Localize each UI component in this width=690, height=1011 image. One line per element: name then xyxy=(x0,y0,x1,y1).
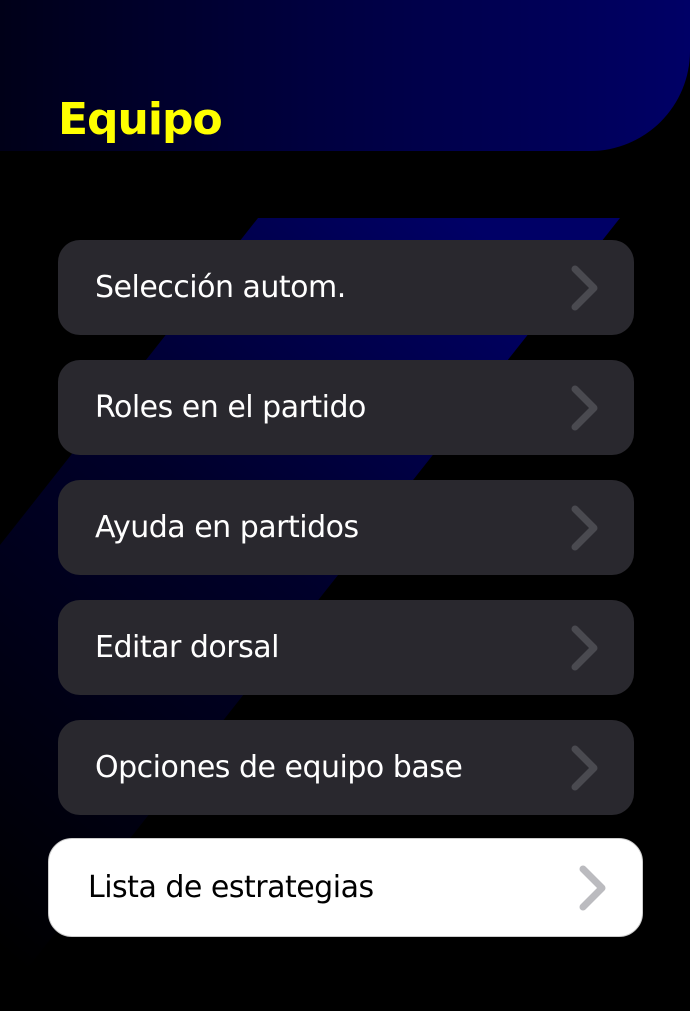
menu-item-ayuda-en-partidos[interactable]: Ayuda en partidos xyxy=(58,480,634,575)
chevron-right-icon xyxy=(579,865,606,911)
menu-item-opciones-de-equipo-base[interactable]: Opciones de equipo base xyxy=(58,720,634,815)
menu-item-label: Editar dorsal xyxy=(95,630,279,665)
page-title: Equipo xyxy=(58,94,223,145)
menu-item-label: Opciones de equipo base xyxy=(95,750,463,785)
menu-item-label: Roles en el partido xyxy=(95,390,366,425)
chevron-right-icon xyxy=(571,625,598,671)
menu-item-label: Lista de estrategias xyxy=(88,870,374,905)
menu-item-roles-en-el-partido[interactable]: Roles en el partido xyxy=(58,360,634,455)
menu-item-seleccion-autom[interactable]: Selección autom. xyxy=(58,240,634,335)
menu-item-editar-dorsal[interactable]: Editar dorsal xyxy=(58,600,634,695)
chevron-right-icon xyxy=(571,265,598,311)
chevron-right-icon xyxy=(571,505,598,551)
menu-item-label: Ayuda en partidos xyxy=(95,510,359,545)
menu-item-lista-de-estrategias[interactable]: Lista de estrategias xyxy=(48,838,643,937)
chevron-right-icon xyxy=(571,385,598,431)
menu-item-label: Selección autom. xyxy=(95,270,346,305)
chevron-right-icon xyxy=(571,745,598,791)
